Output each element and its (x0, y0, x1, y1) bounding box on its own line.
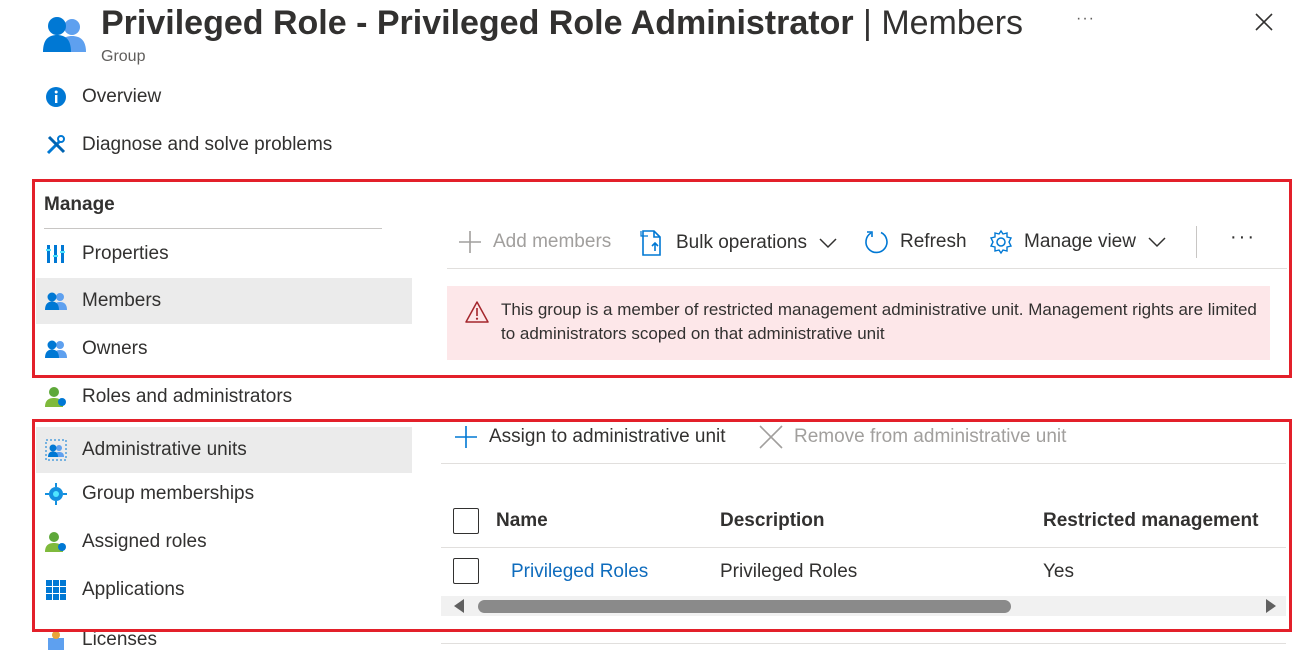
wrench-icon (44, 133, 68, 157)
highlight-box-members (32, 179, 1292, 378)
sidebar-item-roles-administrators[interactable]: Roles and administrators (36, 374, 412, 420)
title-sub: Members (881, 4, 1024, 42)
close-icon (1255, 13, 1273, 31)
header-more-button[interactable]: ··· (1076, 10, 1095, 28)
close-button[interactable] (1252, 10, 1276, 34)
content-divider (441, 643, 1286, 644)
resource-type: Group (101, 48, 146, 65)
sidebar-item-label: Licenses (82, 629, 157, 650)
highlight-box-admin-units (32, 419, 1292, 632)
sidebar-item-label: Diagnose and solve problems (82, 134, 333, 155)
sidebar-item-overview[interactable]: Overview (36, 74, 412, 120)
page-title: Privileged Role - Privileged Role Admini… (101, 2, 1023, 44)
sidebar-item-label: Roles and administrators (82, 386, 293, 407)
roles-icon (44, 385, 68, 409)
title-separator: | (853, 4, 882, 42)
info-icon (44, 85, 68, 109)
group-icon (42, 14, 88, 54)
sidebar-item-diagnose[interactable]: Diagnose and solve problems (36, 122, 412, 168)
title-main: Privileged Role - Privileged Role Admini… (101, 4, 854, 42)
sidebar-item-label: Overview (82, 86, 162, 107)
